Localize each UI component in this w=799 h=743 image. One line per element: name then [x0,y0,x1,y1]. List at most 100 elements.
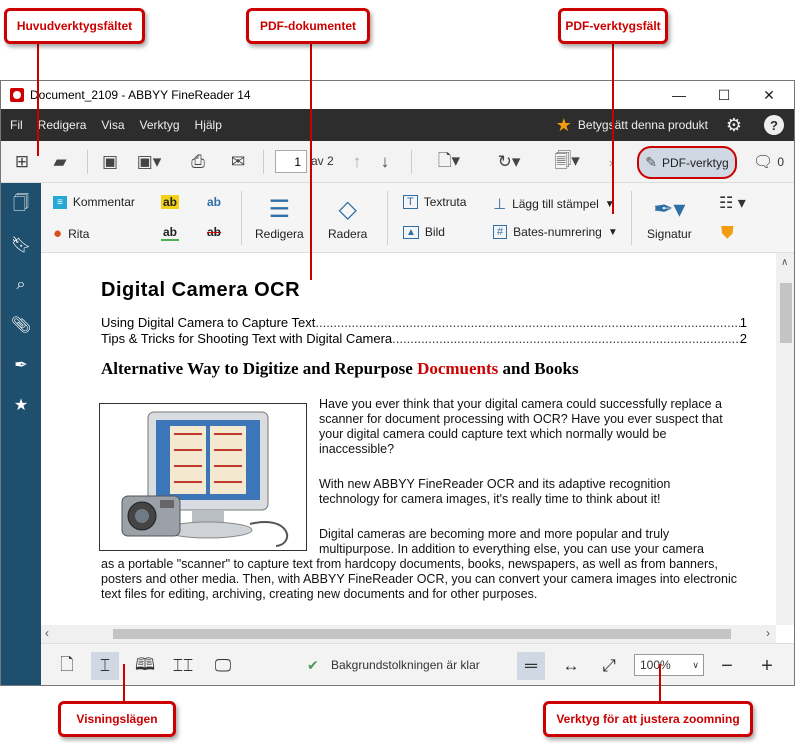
draw-label: Rita [68,226,90,241]
horizontal-scrollbar[interactable]: ‹ › [41,625,776,643]
presentation-view-icon[interactable]: 🖵 [209,652,237,680]
rotate-icon[interactable]: ↻▾ [489,151,529,173]
fit-width-active-icon[interactable]: ═ [517,652,545,680]
comments-button[interactable]: 🗨 0 [753,152,784,172]
toc-entry-page: 1 [739,315,747,330]
menu-tools[interactable]: Verktyg [131,118,186,132]
menu-help[interactable]: Hjälp [186,118,228,132]
pages-icon[interactable]: 🗍 [11,195,31,215]
edit-tool[interactable]: ☰ Redigera [255,195,304,241]
callout-line-pdf-document [310,44,312,280]
save-icon[interactable]: ▣ [99,151,121,173]
chevron-down-icon: ▼ [607,226,618,238]
add-stamp-tool[interactable]: ⊥ Lägg till stämpel ▼ [493,195,615,213]
left-sidebar: 🗍 🔖︎ ⌕ 📎︎ ✒ ★ [1,183,41,685]
underline-icon[interactable]: ab [161,225,180,241]
arrow-down-icon[interactable]: ↓ [375,151,395,173]
toc-entry-page: 2 [739,331,747,346]
continuous-view-icon[interactable]: ⌶ [91,652,119,680]
image-tool[interactable]: ▲ Bild [403,225,445,239]
close-button[interactable]: ✕ [746,81,792,109]
callout-main-toolbar: Huvudverktygsfältet [4,8,145,44]
more-chevron-icon[interactable]: › [605,151,617,173]
draw-tool[interactable]: ● Rita [53,225,89,242]
background-status-text: Bakgrundstolkningen är klar [331,658,480,672]
text-style-icon[interactable]: ab [205,195,223,209]
list-options-icon[interactable]: ☷ ▾ [719,193,746,213]
bates-hash-icon: # [493,225,508,239]
rate-product-label: Betygsätt denna produkt [577,118,708,132]
pdf-toolbar-divider [631,191,632,245]
maximize-button[interactable]: ☐ [701,81,747,109]
heading-part-highlighted: Docmuents [417,359,499,378]
erase-tool[interactable]: ◇ Radera [328,195,367,241]
signature-tool[interactable]: ✒▾ Signatur [647,195,692,241]
edit-label: Redigera [255,227,304,241]
rate-product-link[interactable]: ★ Betygsätt denna produkt [556,109,708,141]
zoom-in-icon[interactable]: + [753,652,781,680]
computer-camera-image [99,403,307,551]
scroll-up-icon[interactable]: ∧ [781,257,788,268]
pdf-toolbar-divider [387,191,388,245]
eraser-icon: ◇ [338,196,357,223]
callout-line-main-toolbar [37,44,39,156]
help-icon[interactable]: ? [764,115,784,135]
fit-width-icon[interactable]: ↔ [557,652,585,680]
scroll-thumb[interactable] [780,283,792,343]
add-page-icon[interactable]: 🗋▾ [429,151,469,173]
comment-bubble-icon: 🗨 [753,154,774,171]
two-page-view-icon[interactable]: 🕮 [131,652,159,680]
heading-part: Alternative Way to Digitize and Repurpos… [101,359,418,378]
fit-page-icon[interactable]: ⤢ [595,652,623,680]
pdf-document[interactable]: Digital Camera OCR Using Digital Camera … [41,253,776,625]
two-page-continuous-icon[interactable]: ⌶⌶ [169,652,197,680]
save-as-icon[interactable]: ▣▾ [131,151,167,173]
highlight-icon[interactable]: ab [161,195,180,209]
pdf-tools-button[interactable]: ✎ PDF-verktyg [637,146,737,179]
toc-entry: Tips & Tricks for Shooting Text with Dig… [101,331,747,346]
paragraph: With new ABBYY FineReader OCR and its ad… [319,477,671,506]
add-stamp-label: Lägg till stämpel [512,197,599,211]
shield-icon[interactable]: ⛊ [721,223,734,243]
status-bar: 🗋 ⌶ 🕮 ⌶⌶ 🖵 ✔ Bakgrundstolkningen är klar… [41,643,794,685]
chevron-down-icon: ∨ [692,659,699,670]
scroll-thumb[interactable] [113,629,731,639]
search-icon[interactable]: ⌕ [11,275,31,295]
new-task-icon[interactable]: ⊞ [11,151,33,173]
bookmark-icon[interactable]: 🔖︎ [11,235,31,255]
draw-icon: ● [53,225,63,242]
toc-entry-text: Tips & Tricks for Shooting Text with Dig… [101,331,393,346]
heading-part: and Books [498,359,579,378]
comment-tool[interactable]: ≡ Kommentar [53,195,135,209]
menu-file[interactable]: Fil [1,118,29,132]
star-icon: ★ [555,114,572,135]
check-circle-icon: ✔ [307,657,319,673]
page-recognize-icon[interactable]: 🗐▾ [547,151,587,173]
attachment-icon[interactable]: 📎︎ [11,315,31,335]
vertical-scrollbar[interactable]: ∧ [776,253,794,625]
signature-pen-icon[interactable]: ✒ [11,355,31,375]
toolbar-divider [263,150,264,174]
bates-tool[interactable]: # Bates-numrering ▼ [493,225,618,239]
zoom-select[interactable]: 100% ∨ [634,654,704,676]
mail-icon[interactable]: ✉ [227,151,249,173]
app-logo-icon [10,88,24,102]
textbox-tool[interactable]: T Textruta [403,195,466,209]
print-icon[interactable]: ⎙ [187,151,209,173]
menu-view[interactable]: Visa [92,118,130,132]
page-number-input[interactable]: 1 [275,150,307,173]
minimize-button[interactable]: — [656,81,702,109]
arrow-up-icon[interactable]: ↑ [347,151,367,173]
zoom-out-icon[interactable]: − [713,652,741,680]
toc-entry-text: Using Digital Camera to Capture Text [101,315,316,330]
open-folder-icon[interactable]: ▰ [49,151,71,173]
comment-label: Kommentar [72,195,135,209]
scroll-left-icon[interactable]: ‹ [45,626,49,640]
callout-pdf-document: PDF-dokumentet [246,8,370,44]
single-page-view-icon[interactable]: 🗋 [53,652,81,680]
favorites-star-icon[interactable]: ★ [11,395,31,415]
scroll-right-icon[interactable]: › [766,626,770,640]
title-bar: Document_2109 - ABBYY FineReader 14 — ☐ … [1,81,794,109]
gear-icon[interactable]: ⚙ [724,115,744,135]
strikethrough-icon[interactable]: ab [205,225,223,239]
